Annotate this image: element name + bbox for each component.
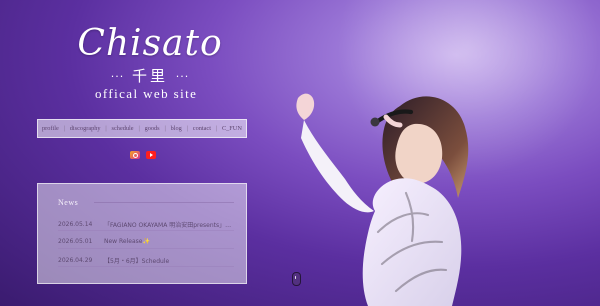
- nav-profile[interactable]: profile: [42, 125, 59, 132]
- instagram-icon[interactable]: [130, 151, 140, 159]
- news-divider: [58, 266, 234, 267]
- performer-outfit: [362, 178, 462, 306]
- nav-discography[interactable]: discography: [70, 125, 101, 132]
- logo-script-text: Chisato: [77, 23, 223, 64]
- performer-raised-hand: [296, 93, 315, 120]
- nav-separator: |: [63, 125, 65, 132]
- site-logo[interactable]: Chisato ··· 千里 ···: [70, 26, 230, 86]
- social-links: [130, 151, 156, 159]
- news-divider: [58, 248, 234, 249]
- news-panel: News 2026.05.14 「FAGIANO OKAYAMA 明治安田pre…: [37, 183, 247, 284]
- nav-schedule[interactable]: schedule: [112, 125, 134, 132]
- nav-separator: |: [215, 125, 218, 132]
- nav-c-fun[interactable]: C_FUN: [222, 125, 242, 132]
- nav-separator: |: [164, 125, 166, 132]
- news-title: New Release✨: [104, 238, 150, 245]
- news-date: 2026.05.01: [58, 238, 93, 245]
- news-heading: News: [58, 198, 79, 207]
- main-navigation: profile | discography | schedule | goods…: [37, 119, 247, 138]
- nav-goods[interactable]: goods: [145, 125, 160, 132]
- scroll-indicator-icon[interactable]: [292, 272, 301, 286]
- news-title: 「FAGIANO OKAYAMA 明治安田presents」Liv…: [104, 222, 234, 229]
- news-date: 2026.05.14: [58, 221, 93, 228]
- youtube-icon[interactable]: [146, 151, 156, 159]
- news-divider: [58, 230, 234, 231]
- logo-right-dots: ···: [175, 70, 190, 83]
- nav-separator: |: [138, 125, 140, 132]
- hero-background: Chisato ··· 千里 ··· offical web site prof…: [0, 0, 600, 306]
- news-date: 2026.04.29: [58, 257, 93, 264]
- performer-left-arm: [301, 120, 374, 213]
- news-title: 【5月・6月】Schedule: [104, 258, 170, 265]
- logo-left-dots: ···: [110, 70, 125, 83]
- logo-kanji-text: ··· 千里 ···: [70, 65, 230, 86]
- news-item[interactable]: 2026.05.14 「FAGIANO OKAYAMA 明治安田presents…: [58, 220, 234, 229]
- news-item[interactable]: 2026.04.29 【5月・6月】Schedule: [58, 256, 234, 265]
- news-item[interactable]: 2026.05.01 New Release✨: [58, 238, 234, 245]
- logo-kanji-label: 千里: [131, 67, 168, 85]
- performer-image: [296, 93, 469, 306]
- nav-contact[interactable]: contact: [193, 125, 211, 132]
- nav-separator: |: [186, 125, 188, 132]
- performer-face: [395, 123, 443, 184]
- news-heading-divider: [94, 202, 234, 203]
- microphone-head: [370, 117, 380, 127]
- nav-separator: |: [105, 125, 107, 132]
- site-title: offical web site: [95, 86, 198, 101]
- nav-blog[interactable]: blog: [171, 125, 182, 132]
